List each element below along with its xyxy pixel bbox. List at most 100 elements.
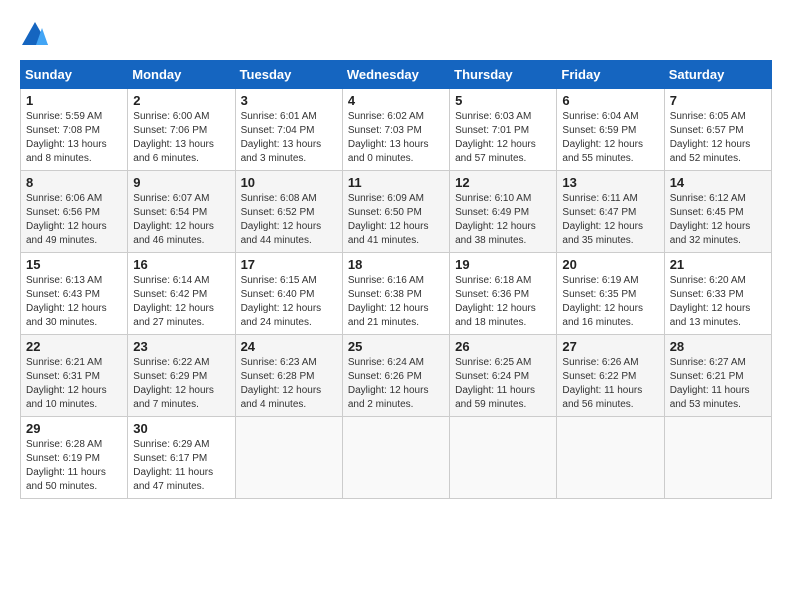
day-number: 7 <box>670 93 766 108</box>
day-info: Sunrise: 6:16 AMSunset: 6:38 PMDaylight:… <box>348 275 429 328</box>
day-info: Sunrise: 6:05 AMSunset: 6:57 PMDaylight:… <box>670 111 751 164</box>
day-info: Sunrise: 6:01 AMSunset: 7:04 PMDaylight:… <box>241 111 322 164</box>
day-number: 3 <box>241 93 337 108</box>
day-number: 11 <box>348 175 444 190</box>
day-info: Sunrise: 6:29 AMSunset: 6:17 PMDaylight:… <box>133 439 213 492</box>
calendar-week-row: 15 Sunrise: 6:13 AMSunset: 6:43 PMDaylig… <box>21 253 772 335</box>
calendar-day-cell: 27 Sunrise: 6:26 AMSunset: 6:22 PMDaylig… <box>557 335 664 417</box>
calendar-header-row: SundayMondayTuesdayWednesdayThursdayFrid… <box>21 61 772 89</box>
calendar-day-cell: 9 Sunrise: 6:07 AMSunset: 6:54 PMDayligh… <box>128 171 235 253</box>
day-info: Sunrise: 6:06 AMSunset: 6:56 PMDaylight:… <box>26 193 107 246</box>
day-of-week-header: Wednesday <box>342 61 449 89</box>
day-number: 22 <box>26 339 122 354</box>
day-info: Sunrise: 6:20 AMSunset: 6:33 PMDaylight:… <box>670 275 751 328</box>
day-info: Sunrise: 6:28 AMSunset: 6:19 PMDaylight:… <box>26 439 106 492</box>
day-number: 23 <box>133 339 229 354</box>
day-number: 15 <box>26 257 122 272</box>
day-number: 13 <box>562 175 658 190</box>
calendar-week-row: 29 Sunrise: 6:28 AMSunset: 6:19 PMDaylig… <box>21 417 772 499</box>
day-info: Sunrise: 6:18 AMSunset: 6:36 PMDaylight:… <box>455 275 536 328</box>
day-info: Sunrise: 6:08 AMSunset: 6:52 PMDaylight:… <box>241 193 322 246</box>
calendar-day-cell: 11 Sunrise: 6:09 AMSunset: 6:50 PMDaylig… <box>342 171 449 253</box>
day-number: 27 <box>562 339 658 354</box>
calendar-day-cell: 20 Sunrise: 6:19 AMSunset: 6:35 PMDaylig… <box>557 253 664 335</box>
calendar-week-row: 1 Sunrise: 5:59 AMSunset: 7:08 PMDayligh… <box>21 89 772 171</box>
day-number: 19 <box>455 257 551 272</box>
calendar-day-cell: 21 Sunrise: 6:20 AMSunset: 6:33 PMDaylig… <box>664 253 771 335</box>
day-info: Sunrise: 6:15 AMSunset: 6:40 PMDaylight:… <box>241 275 322 328</box>
calendar-week-row: 22 Sunrise: 6:21 AMSunset: 6:31 PMDaylig… <box>21 335 772 417</box>
day-info: Sunrise: 6:12 AMSunset: 6:45 PMDaylight:… <box>670 193 751 246</box>
day-number: 29 <box>26 421 122 436</box>
day-info: Sunrise: 6:07 AMSunset: 6:54 PMDaylight:… <box>133 193 214 246</box>
day-info: Sunrise: 6:11 AMSunset: 6:47 PMDaylight:… <box>562 193 643 246</box>
calendar-day-cell: 8 Sunrise: 6:06 AMSunset: 6:56 PMDayligh… <box>21 171 128 253</box>
day-number: 12 <box>455 175 551 190</box>
page-header <box>20 20 772 50</box>
day-number: 26 <box>455 339 551 354</box>
calendar-day-cell: 3 Sunrise: 6:01 AMSunset: 7:04 PMDayligh… <box>235 89 342 171</box>
calendar-day-cell: 19 Sunrise: 6:18 AMSunset: 6:36 PMDaylig… <box>450 253 557 335</box>
calendar-day-cell: 4 Sunrise: 6:02 AMSunset: 7:03 PMDayligh… <box>342 89 449 171</box>
calendar-day-cell: 6 Sunrise: 6:04 AMSunset: 6:59 PMDayligh… <box>557 89 664 171</box>
calendar: SundayMondayTuesdayWednesdayThursdayFrid… <box>20 60 772 499</box>
calendar-day-cell: 26 Sunrise: 6:25 AMSunset: 6:24 PMDaylig… <box>450 335 557 417</box>
day-number: 10 <box>241 175 337 190</box>
calendar-day-cell <box>342 417 449 499</box>
day-info: Sunrise: 6:04 AMSunset: 6:59 PMDaylight:… <box>562 111 643 164</box>
day-number: 8 <box>26 175 122 190</box>
day-number: 30 <box>133 421 229 436</box>
calendar-day-cell: 17 Sunrise: 6:15 AMSunset: 6:40 PMDaylig… <box>235 253 342 335</box>
calendar-day-cell <box>557 417 664 499</box>
day-info: Sunrise: 6:09 AMSunset: 6:50 PMDaylight:… <box>348 193 429 246</box>
calendar-day-cell: 10 Sunrise: 6:08 AMSunset: 6:52 PMDaylig… <box>235 171 342 253</box>
day-of-week-header: Thursday <box>450 61 557 89</box>
calendar-day-cell: 5 Sunrise: 6:03 AMSunset: 7:01 PMDayligh… <box>450 89 557 171</box>
day-number: 4 <box>348 93 444 108</box>
day-info: Sunrise: 6:00 AMSunset: 7:06 PMDaylight:… <box>133 111 214 164</box>
calendar-day-cell: 24 Sunrise: 6:23 AMSunset: 6:28 PMDaylig… <box>235 335 342 417</box>
day-number: 9 <box>133 175 229 190</box>
calendar-day-cell: 23 Sunrise: 6:22 AMSunset: 6:29 PMDaylig… <box>128 335 235 417</box>
day-of-week-header: Friday <box>557 61 664 89</box>
day-number: 1 <box>26 93 122 108</box>
calendar-day-cell: 13 Sunrise: 6:11 AMSunset: 6:47 PMDaylig… <box>557 171 664 253</box>
calendar-day-cell: 25 Sunrise: 6:24 AMSunset: 6:26 PMDaylig… <box>342 335 449 417</box>
calendar-day-cell: 14 Sunrise: 6:12 AMSunset: 6:45 PMDaylig… <box>664 171 771 253</box>
calendar-day-cell: 22 Sunrise: 6:21 AMSunset: 6:31 PMDaylig… <box>21 335 128 417</box>
day-of-week-header: Sunday <box>21 61 128 89</box>
day-number: 2 <box>133 93 229 108</box>
day-info: Sunrise: 5:59 AMSunset: 7:08 PMDaylight:… <box>26 111 107 164</box>
calendar-day-cell: 28 Sunrise: 6:27 AMSunset: 6:21 PMDaylig… <box>664 335 771 417</box>
day-info: Sunrise: 6:26 AMSunset: 6:22 PMDaylight:… <box>562 357 642 410</box>
calendar-day-cell: 12 Sunrise: 6:10 AMSunset: 6:49 PMDaylig… <box>450 171 557 253</box>
day-info: Sunrise: 6:03 AMSunset: 7:01 PMDaylight:… <box>455 111 536 164</box>
day-info: Sunrise: 6:21 AMSunset: 6:31 PMDaylight:… <box>26 357 107 410</box>
calendar-day-cell: 29 Sunrise: 6:28 AMSunset: 6:19 PMDaylig… <box>21 417 128 499</box>
day-number: 24 <box>241 339 337 354</box>
day-info: Sunrise: 6:25 AMSunset: 6:24 PMDaylight:… <box>455 357 535 410</box>
calendar-day-cell: 1 Sunrise: 5:59 AMSunset: 7:08 PMDayligh… <box>21 89 128 171</box>
day-number: 21 <box>670 257 766 272</box>
day-info: Sunrise: 6:27 AMSunset: 6:21 PMDaylight:… <box>670 357 750 410</box>
day-info: Sunrise: 6:02 AMSunset: 7:03 PMDaylight:… <box>348 111 429 164</box>
day-number: 6 <box>562 93 658 108</box>
calendar-week-row: 8 Sunrise: 6:06 AMSunset: 6:56 PMDayligh… <box>21 171 772 253</box>
calendar-day-cell: 7 Sunrise: 6:05 AMSunset: 6:57 PMDayligh… <box>664 89 771 171</box>
day-of-week-header: Saturday <box>664 61 771 89</box>
day-number: 20 <box>562 257 658 272</box>
day-of-week-header: Monday <box>128 61 235 89</box>
day-info: Sunrise: 6:19 AMSunset: 6:35 PMDaylight:… <box>562 275 643 328</box>
logo-icon <box>20 20 50 50</box>
calendar-day-cell: 16 Sunrise: 6:14 AMSunset: 6:42 PMDaylig… <box>128 253 235 335</box>
day-info: Sunrise: 6:14 AMSunset: 6:42 PMDaylight:… <box>133 275 214 328</box>
logo <box>20 20 54 50</box>
calendar-day-cell: 2 Sunrise: 6:00 AMSunset: 7:06 PMDayligh… <box>128 89 235 171</box>
day-info: Sunrise: 6:24 AMSunset: 6:26 PMDaylight:… <box>348 357 429 410</box>
day-number: 28 <box>670 339 766 354</box>
day-info: Sunrise: 6:23 AMSunset: 6:28 PMDaylight:… <box>241 357 322 410</box>
calendar-day-cell: 18 Sunrise: 6:16 AMSunset: 6:38 PMDaylig… <box>342 253 449 335</box>
calendar-day-cell: 30 Sunrise: 6:29 AMSunset: 6:17 PMDaylig… <box>128 417 235 499</box>
day-of-week-header: Tuesday <box>235 61 342 89</box>
calendar-day-cell: 15 Sunrise: 6:13 AMSunset: 6:43 PMDaylig… <box>21 253 128 335</box>
